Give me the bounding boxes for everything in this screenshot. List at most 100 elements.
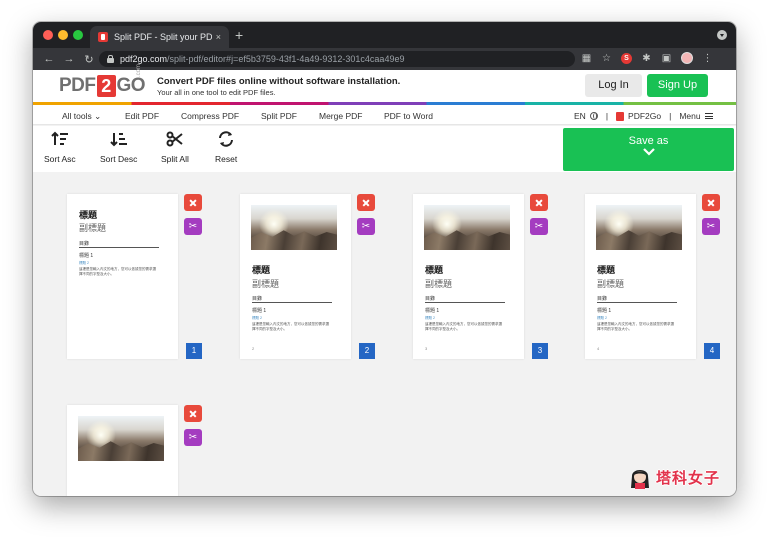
page-body-text: 這裡是您輸入內文的地方，您可以依據您的需求選擇不同的字型及大小。: [425, 322, 502, 331]
delete-page-button-2[interactable]: [357, 194, 375, 211]
delete-page-button-4[interactable]: [702, 194, 720, 211]
landscape-photo: [424, 205, 510, 250]
reset-button[interactable]: Reset: [215, 131, 237, 167]
pdf2go-favicon-icon: [98, 32, 108, 42]
extensions-puzzle-icon[interactable]: ✱: [641, 53, 652, 64]
page-title-text: 標題: [79, 210, 98, 220]
page-thumbnail-3[interactable]: 標題 副標題 目錄 標題 1 標題 2 這裡是您輸入內文的地方，您可以依據您的需…: [413, 194, 524, 359]
lock-icon: [107, 55, 114, 63]
url-host: pdf2go.com: [120, 54, 168, 64]
split-page-button-3[interactable]: ✂: [530, 218, 548, 235]
translate-icon[interactable]: ▦: [581, 53, 592, 64]
nav-menu[interactable]: Menu: [679, 111, 700, 121]
nav-pdf-to-word[interactable]: PDF to Word: [384, 111, 433, 121]
landscape-photo: [78, 416, 164, 461]
language-selector[interactable]: EN: [574, 111, 586, 121]
page-toc-text: 目錄: [79, 241, 90, 247]
page-heading-text: 標題 1: [425, 308, 440, 314]
nav-brand[interactable]: PDF2Go: [628, 111, 661, 121]
page-heading-text: 標題 1: [252, 308, 267, 314]
page-heading-text: 標題 1: [597, 308, 612, 314]
page-title-text: 標題: [597, 265, 616, 275]
hamburger-icon[interactable]: [704, 113, 713, 119]
main-nav: All tools ⌄ Edit PDF Compress PDF Split …: [33, 105, 736, 125]
globe-icon[interactable]: [589, 112, 598, 120]
new-tab-button[interactable]: +: [235, 27, 243, 43]
cast-icon[interactable]: ▣: [661, 53, 672, 64]
browser-tab-active[interactable]: Split PDF - Split your PDF docu ×: [90, 26, 229, 48]
logo-pdf: PDF: [59, 75, 96, 96]
maximize-window-button[interactable]: [73, 30, 83, 40]
tab-search-icon[interactable]: [717, 30, 727, 40]
login-button[interactable]: Log In: [585, 74, 642, 97]
nav-merge-pdf[interactable]: Merge PDF: [319, 111, 362, 121]
landscape-photo: [596, 205, 682, 250]
page-heading-text: 標題 1: [79, 253, 94, 259]
sort-asc-label: Sort Asc: [44, 154, 76, 164]
page-title-text: 標題: [425, 265, 444, 275]
nav-all-tools[interactable]: All tools ⌄: [62, 111, 101, 122]
page-number-badge-1: 1: [186, 343, 202, 359]
sort-asc-button[interactable]: Sort Asc: [44, 131, 76, 167]
page-title-text: 標題: [252, 265, 271, 275]
page-thumbnail-4[interactable]: 標題 副標題 目錄 標題 1 標題 2 這裡是您輸入內文的地方，您可以依據您的需…: [585, 194, 696, 359]
logo-go: GO: [116, 75, 146, 96]
nav-split-pdf[interactable]: Split PDF: [261, 111, 297, 121]
reload-icon[interactable]: ↻: [79, 53, 99, 66]
forward-arrow-icon[interactable]: →: [59, 53, 79, 65]
site-subline: Your all in one tool to edit PDF files.: [157, 88, 276, 97]
bookmark-star-icon[interactable]: ☆: [601, 53, 612, 64]
minimize-window-button[interactable]: [58, 30, 68, 40]
back-arrow-icon[interactable]: ←: [39, 53, 59, 65]
delete-page-button-3[interactable]: [530, 194, 548, 211]
pdf2go-logo[interactable]: PDF 2 GO: [59, 75, 146, 97]
save-as-button[interactable]: Save as: [563, 128, 734, 171]
split-all-button[interactable]: Split All: [161, 131, 189, 167]
editor-toolbar: Sort Asc Sort Desc Split All Reset Save …: [33, 126, 736, 172]
toolbar-icons: ▦ ☆ S ✱ ▣ ⋮: [581, 52, 713, 64]
address-bar[interactable]: pdf2go.com /split-pdf/editor#j=ef5b3759-…: [99, 51, 575, 67]
watermark: 塔科女子: [628, 464, 720, 490]
watermark-text: 塔科女子: [656, 469, 721, 487]
page-body-text: 這裡是您輸入內文的地方，您可以依據您的需求選擇不同的字型及大小。: [597, 322, 674, 331]
split-page-button-2[interactable]: ✂: [357, 218, 375, 235]
split-page-button-5[interactable]: ✂: [184, 429, 202, 446]
page-body-text: 這裡是您輸入內文的地方，您可以依據您的需求選擇不同的字型及大小。: [252, 322, 329, 331]
sort-desc-button[interactable]: Sort Desc: [100, 131, 137, 167]
page-toc-text: 目錄: [425, 296, 436, 302]
chevron-down-icon: [642, 148, 655, 156]
page-subtitle-text: 副標題: [425, 279, 453, 289]
page-small-heading: 標題 2: [79, 261, 89, 265]
page-subtitle-text: 副標題: [79, 223, 107, 233]
page-subtitle-text: 副標題: [597, 279, 625, 289]
split-page-button-4[interactable]: ✂: [702, 218, 720, 235]
sort-asc-icon: [51, 131, 68, 145]
page-thumbnail-5[interactable]: [67, 405, 178, 496]
page-rule: [597, 302, 677, 303]
page-toc-text: 目錄: [252, 296, 263, 302]
delete-page-button-1[interactable]: [184, 194, 202, 211]
nav-compress-pdf[interactable]: Compress PDF: [181, 111, 239, 121]
nav-edit-pdf[interactable]: Edit PDF: [125, 111, 159, 121]
page-thumbnail-1[interactable]: 標題 副標題 目錄 標題 1 標題 2 這裡是您輸入內文的地方，您可以依據您的需…: [67, 194, 178, 359]
page-footer-number: 2: [252, 346, 255, 351]
more-menu-icon[interactable]: ⋮: [702, 53, 713, 64]
page-small-heading: 標題 2: [597, 316, 607, 320]
extension-s-icon[interactable]: S: [621, 52, 632, 64]
delete-page-button-5[interactable]: [184, 405, 202, 422]
pdf2go-mini-logo-icon: [616, 111, 625, 121]
tab-close-icon[interactable]: ×: [216, 32, 221, 42]
profile-avatar[interactable]: [681, 52, 693, 64]
logo-com: .com: [136, 63, 142, 77]
sort-desc-label: Sort Desc: [100, 154, 138, 164]
signup-button[interactable]: Sign Up: [647, 74, 708, 97]
pages-grid: 標題 副標題 目錄 標題 1 標題 2 這裡是您輸入內文的地方，您可以依據您的需…: [33, 172, 736, 496]
page-small-heading: 標題 2: [425, 316, 435, 320]
sort-desc-icon: [109, 133, 127, 147]
page-thumbnail-2[interactable]: 標題 副標題 目錄 標題 1 標題 2 這裡是您輸入內文的地方，您可以依據您的需…: [240, 194, 351, 359]
split-page-button-1[interactable]: ✂: [184, 218, 202, 235]
page-footer-number: 4: [597, 346, 600, 351]
site-header: PDF 2 GO .com Convert PDF files online w…: [33, 64, 736, 102]
close-window-button[interactable]: [43, 30, 53, 40]
landscape-photo: [251, 205, 337, 250]
